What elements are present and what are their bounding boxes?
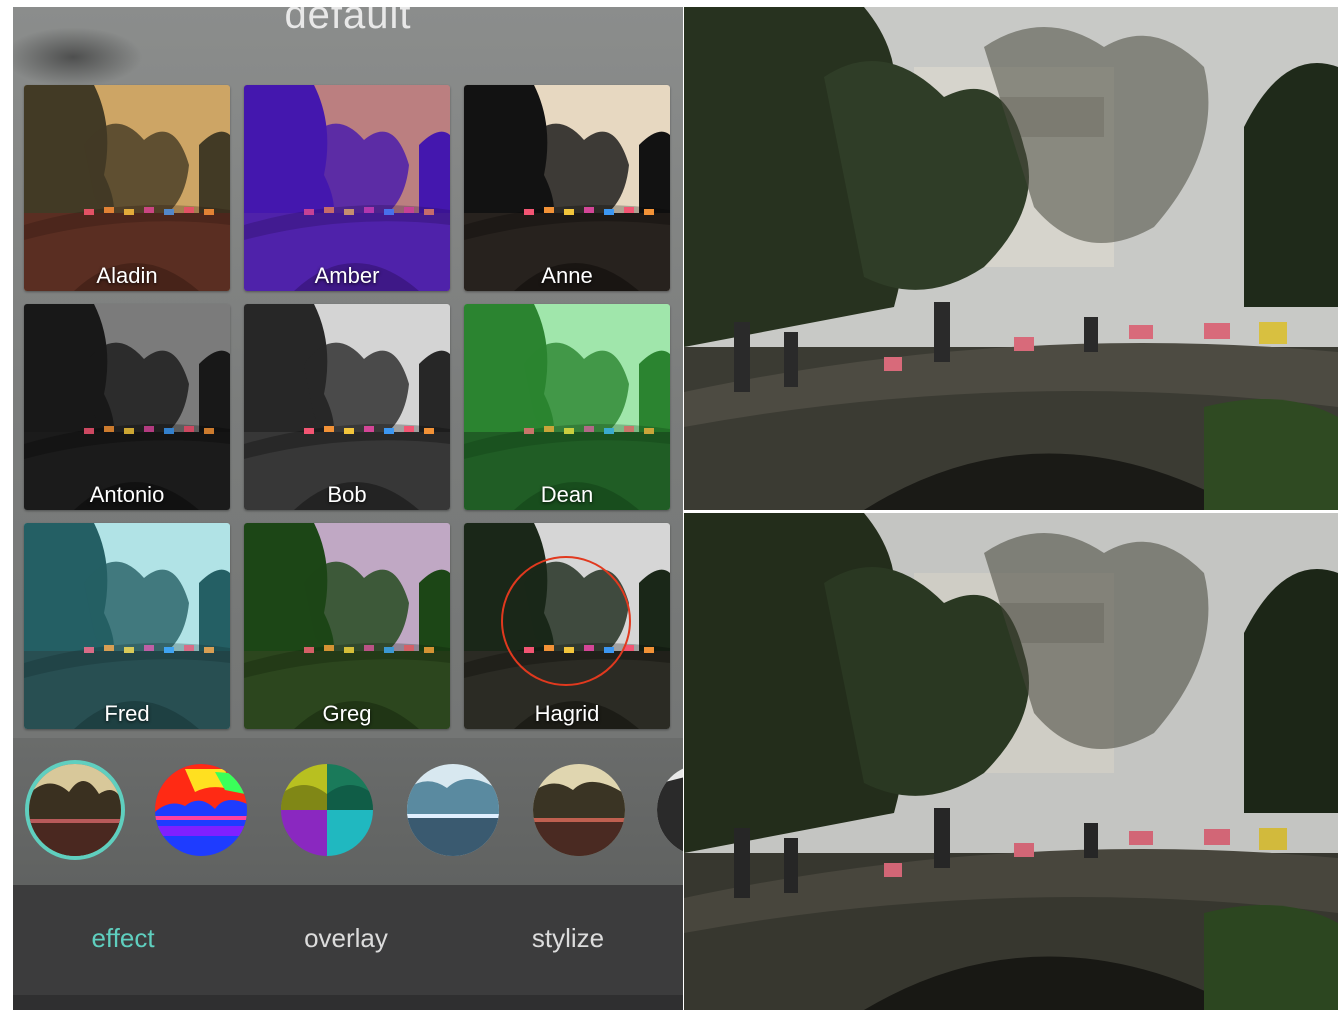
tab-effect[interactable]: effect — [23, 923, 223, 954]
tab-stylize[interactable]: stylize — [468, 923, 668, 954]
quad-thumbnail[interactable] — [281, 764, 373, 856]
filter-tile-antonio[interactable]: Antonio — [24, 304, 230, 510]
frost-thumbnail-image — [407, 764, 499, 856]
bottom-safe-area — [13, 995, 683, 1010]
filter-preview-bob — [244, 304, 450, 510]
vintage-thumbnail[interactable] — [533, 764, 625, 856]
filter-preview-dean — [464, 304, 670, 510]
preview-tint — [24, 304, 230, 510]
preview-tint — [244, 304, 450, 510]
filter-label: Greg — [322, 701, 372, 726]
quad-thumbnail-image — [281, 764, 373, 856]
preview-tint — [244, 85, 450, 291]
heatmap-thumbnail[interactable] — [155, 764, 247, 856]
preview-tint — [464, 85, 670, 291]
filter-tile-fred[interactable]: Fred — [24, 523, 230, 729]
heatmap-thumbnail-image — [155, 764, 247, 856]
filter-tile-aladin[interactable]: Aladin — [24, 85, 230, 291]
preview-tint — [464, 304, 670, 510]
filter-label: Dean — [540, 482, 594, 507]
frost-thumbnail[interactable] — [407, 764, 499, 856]
highlight-circle-annotation — [501, 556, 631, 686]
preview-tint — [24, 523, 230, 729]
filter-label: Anne — [541, 263, 593, 288]
filter-app-panel: default Aladin Amber Anne Antonio Bob De… — [13, 7, 683, 1010]
tab-overlay[interactable]: overlay — [246, 923, 446, 954]
bridge-photo-original — [684, 7, 1338, 510]
filter-label: Aladin — [96, 263, 158, 288]
bottom-tab-bar: effect overlay stylize — [13, 885, 683, 995]
filter-preview-fred — [24, 523, 230, 729]
filter-label: Antonio — [89, 482, 165, 507]
filter-tile-anne[interactable]: Anne — [464, 85, 670, 291]
filtered-photo — [684, 513, 1338, 1010]
filter-tile-amber[interactable]: Amber — [244, 85, 450, 291]
filter-label: Hagrid — [534, 701, 600, 726]
filter-label: Bob — [327, 482, 367, 507]
filter-tile-greg[interactable]: Greg — [244, 523, 450, 729]
filter-tile-bob[interactable]: Bob — [244, 304, 450, 510]
filter-preview-amber — [244, 85, 450, 291]
preview-tint — [244, 523, 450, 729]
filter-preview-anne — [464, 85, 670, 291]
original-photo — [684, 7, 1338, 510]
vintage-thumbnail-image — [533, 764, 625, 856]
filter-preview-aladin — [24, 85, 230, 291]
filter-tile-dean[interactable]: Dean — [464, 304, 670, 510]
filter-preview-antonio — [24, 304, 230, 510]
partial-thumbnail[interactable] — [657, 764, 683, 856]
filter-label: Amber — [314, 263, 380, 288]
effect-thumbnail-strip[interactable] — [13, 738, 683, 885]
sepia-thumbnail[interactable] — [29, 764, 121, 856]
filter-label: Fred — [104, 701, 150, 726]
partial-thumbnail-image — [657, 764, 683, 856]
collection-title: default — [284, 7, 412, 37]
preview-tint — [24, 85, 230, 291]
filter-preview-greg — [244, 523, 450, 729]
bridge-photo-filtered — [684, 513, 1338, 1010]
sepia-thumbnail-image — [29, 764, 121, 856]
